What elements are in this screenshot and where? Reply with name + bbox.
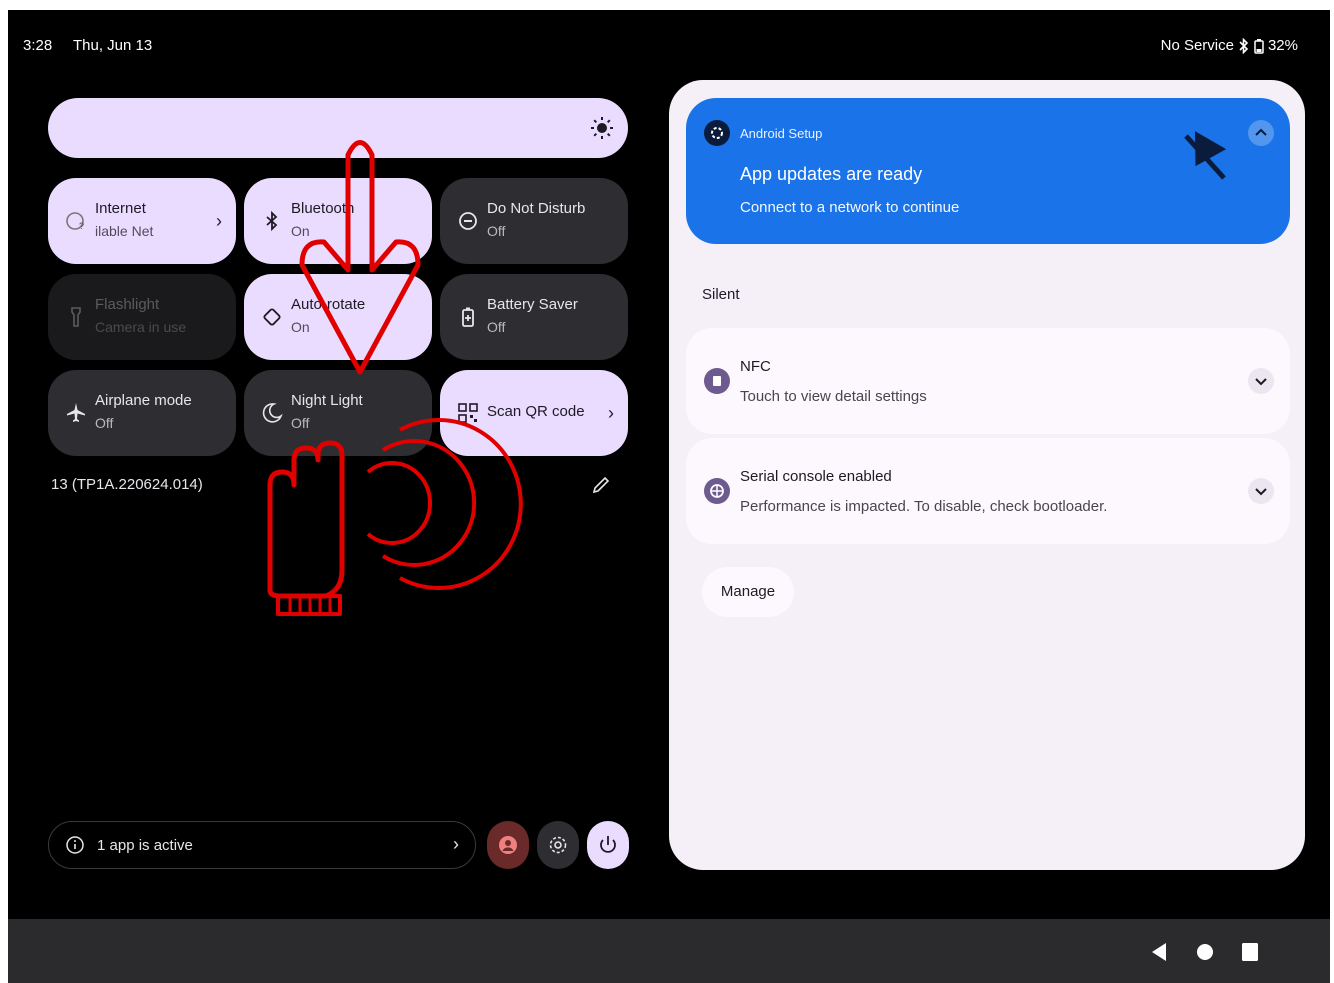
nfc-icon	[704, 368, 730, 394]
brightness-icon	[591, 117, 613, 139]
edit-icon[interactable]	[590, 474, 612, 496]
chevron-up-icon	[1255, 128, 1267, 136]
airplane-icon	[67, 403, 85, 422]
section-header-silent: Silent	[702, 286, 740, 303]
status-date: Thu, Jun 13	[73, 37, 153, 54]
notification-title: NFC	[740, 358, 771, 375]
security-footer[interactable]: 1 app is active ›	[48, 821, 476, 869]
chevron-down-icon	[1255, 378, 1267, 386]
heads-up-notification[interactable]: Android Setup App updates are ready Conn…	[686, 98, 1290, 244]
tile-flashlight[interactable]: Flashlight Camera in use	[48, 274, 236, 360]
user-switcher-button[interactable]	[487, 821, 529, 869]
collapse-button[interactable]	[1248, 120, 1274, 146]
service-status: No Service	[1160, 37, 1234, 54]
notification-text: Connect to a network to continue	[740, 199, 960, 216]
user-icon	[499, 836, 517, 854]
recents-icon[interactable]	[1241, 942, 1259, 962]
qr-code-icon	[458, 403, 478, 423]
power-icon	[600, 836, 616, 853]
tile-battery-saver[interactable]: Battery Saver Off	[440, 274, 628, 360]
notification-serial-console[interactable]: Serial console enabled Performance is im…	[686, 438, 1290, 544]
svg-text:?: ?	[79, 221, 84, 231]
expand-button[interactable]	[1248, 478, 1274, 504]
info-icon	[66, 836, 84, 854]
chevron-right-icon: ›	[216, 211, 222, 231]
tile-subtitle: ilable Net	[95, 223, 154, 239]
flashlight-icon	[71, 307, 81, 327]
dnd-icon	[459, 212, 477, 230]
battery-icon	[1254, 38, 1264, 54]
hand-icon	[267, 440, 345, 599]
tile-airplane-mode[interactable]: Airplane mode Off	[48, 370, 236, 456]
back-icon[interactable]	[1150, 941, 1168, 963]
tile-bluetooth[interactable]: Bluetooth On	[244, 178, 432, 264]
tile-subtitle: Off	[291, 415, 310, 431]
chevron-right-icon: ›	[608, 403, 614, 423]
tile-night-light[interactable]: Night Light Off	[244, 370, 432, 456]
bluetooth-status-icon	[1239, 37, 1249, 54]
tile-title: Internet	[95, 200, 146, 217]
tile-subtitle: Camera in use	[95, 319, 187, 335]
android-setup-icon	[704, 120, 730, 146]
notification-text: Performance is impacted. To disable, che…	[740, 498, 1108, 515]
build-number: 13 (TP1A.220624.014)	[51, 476, 203, 493]
tile-do-not-disturb[interactable]: Do Not Disturb Off	[440, 178, 628, 264]
tile-title: Do Not Disturb	[487, 200, 586, 217]
tile-subtitle: On	[291, 223, 310, 239]
device-screen: 3:28 Thu, Jun 13 No Service 32% ? Intern…	[8, 10, 1330, 983]
manage-button[interactable]: Manage	[702, 567, 794, 617]
tile-subtitle: On	[291, 319, 310, 335]
internet-icon: ?	[66, 212, 84, 231]
battery-percent: 32%	[1267, 37, 1298, 54]
moon-icon	[262, 403, 283, 423]
no-network-icon	[1184, 131, 1227, 180]
home-icon[interactable]	[1195, 942, 1215, 962]
expand-button[interactable]	[1248, 368, 1274, 394]
hand-cuff	[276, 594, 342, 616]
rotate-icon	[263, 308, 281, 326]
brightness-slider[interactable]	[48, 98, 628, 158]
tile-title: Scan QR code	[487, 403, 585, 420]
settings-button[interactable]	[537, 821, 579, 869]
tile-subtitle: Off	[95, 415, 114, 431]
chevron-right-icon: ›	[453, 834, 459, 854]
tile-subtitle: Off	[487, 319, 506, 335]
notification-nfc[interactable]: NFC Touch to view detail settings	[686, 328, 1290, 434]
notification-title: Serial console enabled	[740, 468, 892, 485]
status-bar: 3:28 Thu, Jun 13 No Service 32%	[8, 10, 1330, 80]
tile-title: Airplane mode	[95, 392, 192, 409]
tile-scan-qr-code[interactable]: Scan QR code ›	[440, 370, 628, 456]
tile-title: Bluetooth	[291, 200, 355, 217]
tile-auto-rotate[interactable]: Auto-rotate On	[244, 274, 432, 360]
security-footer-label: 1 app is active	[97, 837, 193, 854]
navigation-bar	[8, 919, 1330, 983]
tile-title: Night Light	[291, 392, 363, 409]
tile-title: Battery Saver	[487, 296, 578, 313]
bluetooth-icon	[266, 210, 278, 232]
bug-icon	[704, 478, 730, 504]
notification-app-name: Android Setup	[740, 126, 823, 141]
status-time: 3:28	[23, 37, 53, 54]
notification-shade: Android Setup App updates are ready Conn…	[669, 80, 1305, 870]
notification-text: Touch to view detail settings	[740, 388, 927, 405]
status-right-group: No Service 32%	[1161, 37, 1298, 54]
chevron-down-icon	[1255, 488, 1267, 496]
tile-title: Flashlight	[95, 296, 160, 313]
gear-icon	[549, 836, 567, 854]
notification-title: App updates are ready	[740, 164, 923, 184]
battery-saver-icon	[462, 307, 474, 327]
power-button[interactable]	[587, 821, 629, 869]
tile-internet[interactable]: ? Internet ilable Net ›	[48, 178, 236, 264]
tile-title: Auto-rotate	[291, 296, 366, 313]
tile-subtitle: Off	[487, 223, 506, 239]
